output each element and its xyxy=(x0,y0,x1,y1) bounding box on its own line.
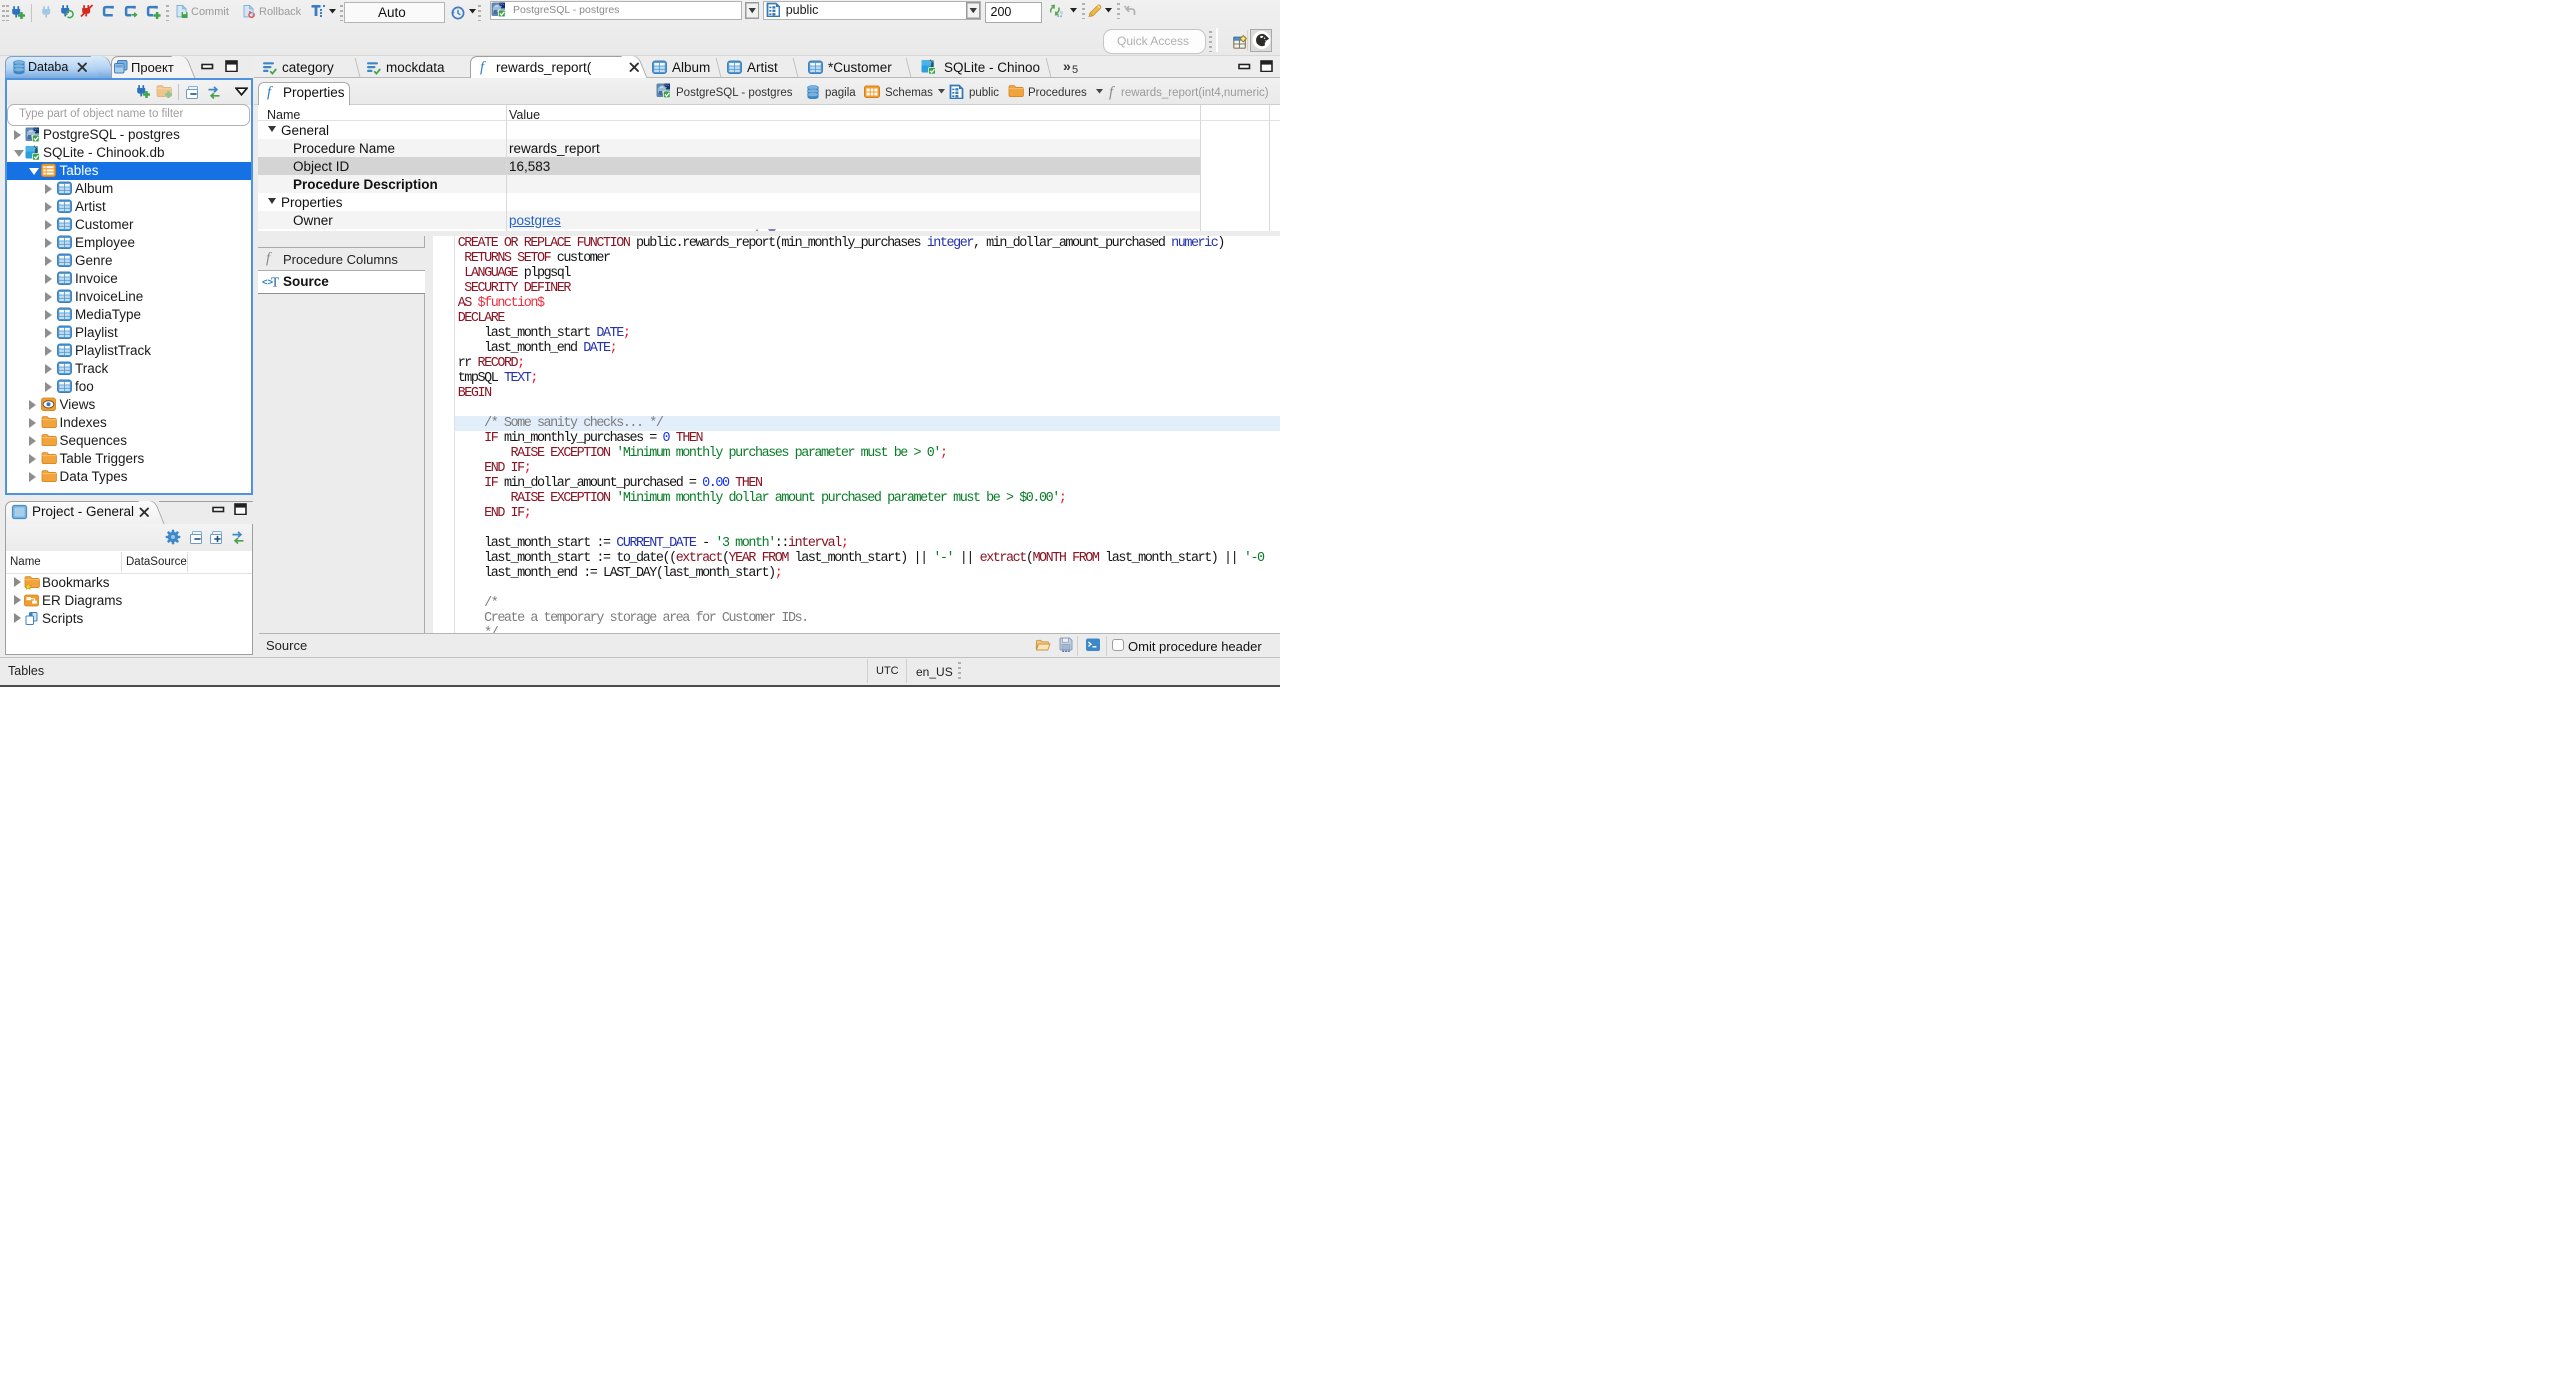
svg-text:f: f xyxy=(267,85,273,101)
svg-text:T: T xyxy=(271,275,280,290)
svg-text:f: f xyxy=(1109,85,1115,101)
svg-text:f: f xyxy=(480,60,486,76)
svg-text:f: f xyxy=(266,251,272,267)
